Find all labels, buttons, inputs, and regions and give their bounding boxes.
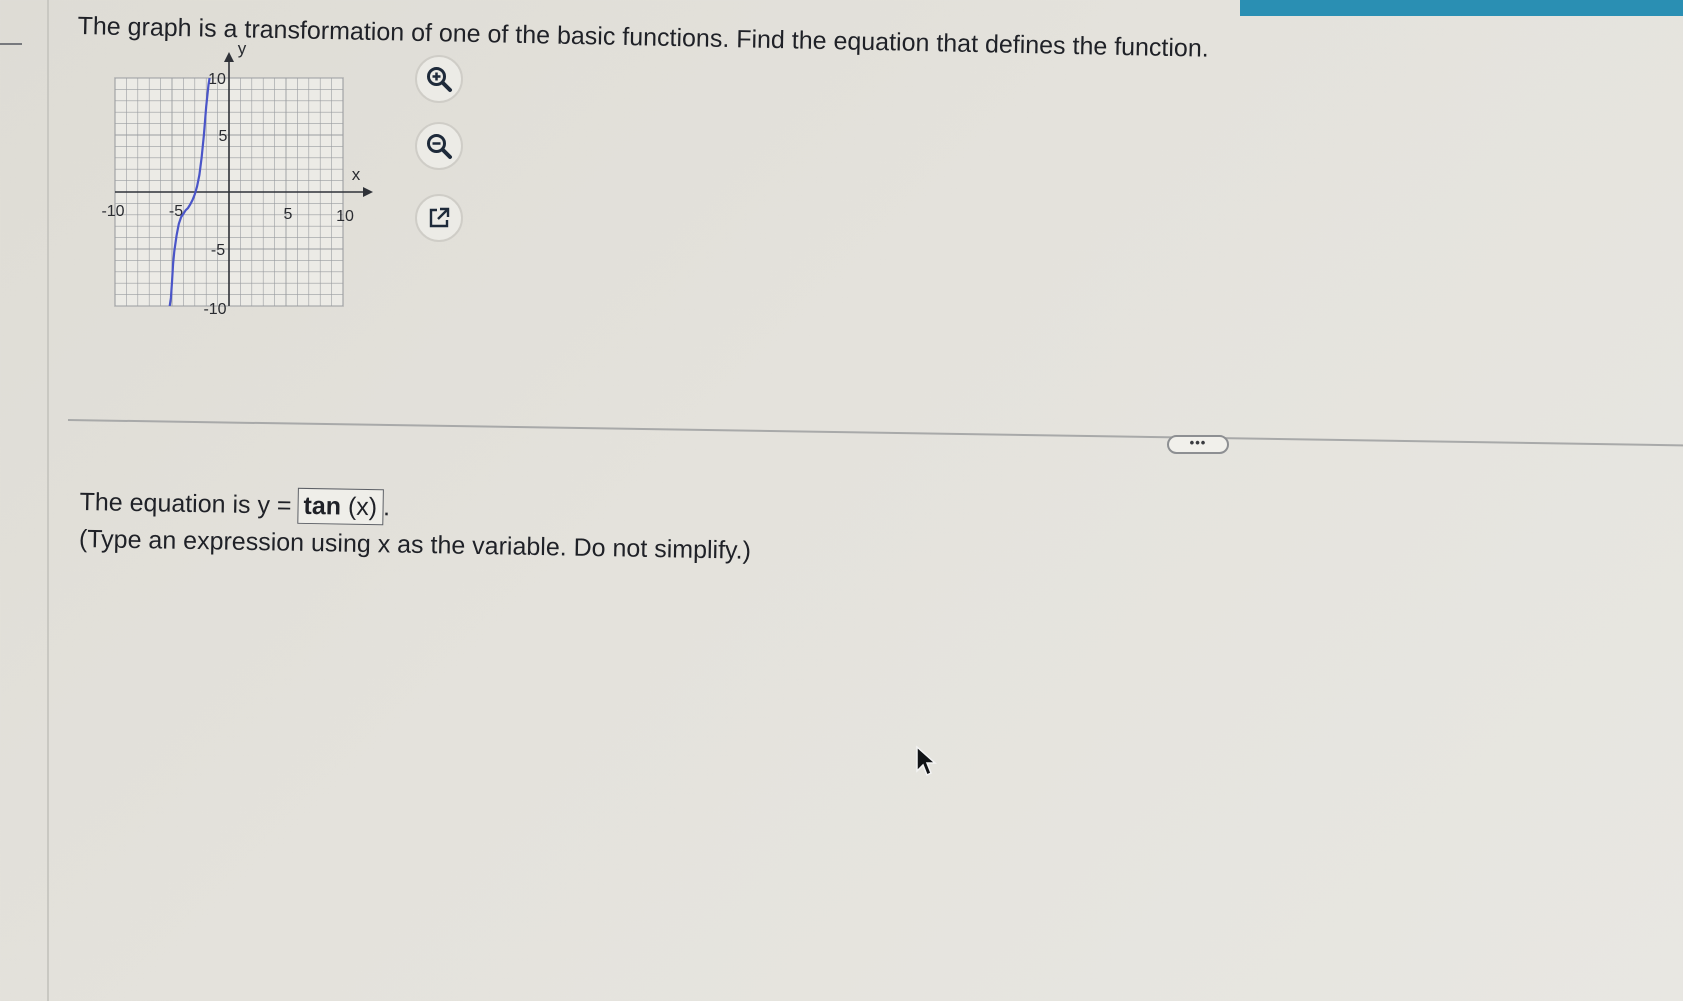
y-tick-label: -10 (203, 301, 226, 318)
answer-input[interactable]: tan (x) (297, 487, 384, 526)
x-axis-label: x (352, 165, 361, 184)
external-link-icon (429, 207, 450, 228)
zoom-out-button[interactable] (415, 122, 463, 170)
zoom-out-icon (427, 134, 452, 159)
x-axis-arrow (363, 187, 373, 197)
y-tick-label: -5 (211, 242, 225, 259)
more-options-button[interactable]: ••• (1167, 435, 1229, 454)
answer-suffix: . (382, 492, 391, 521)
left-panel-edge (47, 0, 49, 1001)
mouse-pointer-icon (916, 745, 937, 777)
x-tick-label: -10 (101, 203, 124, 220)
answer-prefix: The equation is y = (79, 487, 292, 520)
top-accent-bar (1240, 0, 1683, 16)
y-tick-label: 5 (219, 128, 228, 145)
x-tick-label: 5 (284, 206, 293, 223)
zoom-in-button[interactable] (415, 55, 463, 103)
answer-function: tan (303, 491, 342, 521)
zoom-in-icon (427, 67, 452, 92)
y-axis-label: y (238, 42, 247, 58)
y-tick-label: 10 (208, 71, 226, 88)
section-divider (67, 419, 1683, 447)
answer-argument: (x) (347, 492, 378, 522)
popout-button[interactable] (415, 194, 463, 242)
x-tick-label: 10 (336, 208, 354, 225)
answer-section: The equation is y = tan (x) . (Type an e… (79, 481, 1080, 574)
function-graph[interactable]: xy-10 -5 5 10105-5-10 (95, 42, 395, 327)
left-edge-marker (0, 43, 22, 45)
y-axis-arrow (224, 52, 234, 62)
